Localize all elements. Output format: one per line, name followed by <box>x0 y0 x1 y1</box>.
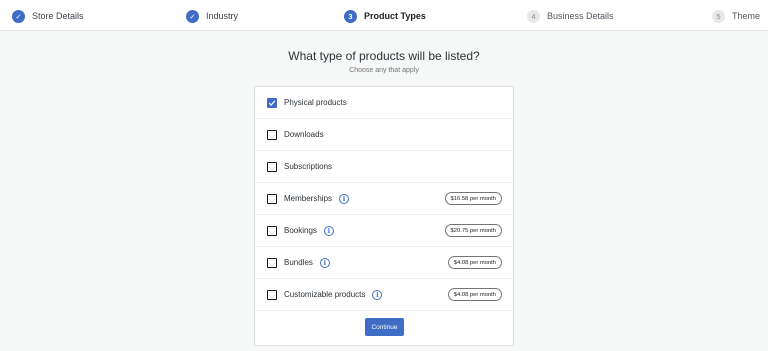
option-physical-products[interactable]: Physical products <box>255 87 513 119</box>
checkbox[interactable] <box>267 193 277 204</box>
continue-button[interactable]: Continue <box>365 318 404 336</box>
check-icon: ✓ <box>186 9 199 23</box>
option-memberships[interactable]: Memberships i $16.58 per month <box>255 183 513 215</box>
option-bookings[interactable]: Bookings i $20.75 per month <box>255 215 513 247</box>
option-subscriptions[interactable]: Subscriptions <box>255 151 513 183</box>
step-number-badge: 5 <box>712 9 725 23</box>
option-label: Customizable products <box>284 290 366 299</box>
page-subtitle: Choose any that apply <box>349 67 419 74</box>
step-number-badge: 4 <box>527 9 540 23</box>
step-product-types[interactable]: 3 Product Types <box>344 9 426 23</box>
checkbox[interactable] <box>267 225 277 236</box>
setup-stepper: ✓ Store Details ✓ Industry 3 Product Typ… <box>0 0 768 31</box>
option-label: Downloads <box>284 130 324 139</box>
step-label: Store Details <box>32 11 84 21</box>
step-industry[interactable]: ✓ Industry <box>186 9 238 23</box>
step-store-details[interactable]: ✓ Store Details <box>12 9 84 23</box>
option-customizable-products[interactable]: Customizable products i $4.08 per month <box>255 279 513 311</box>
option-downloads[interactable]: Downloads <box>255 119 513 151</box>
option-label: Bookings <box>284 226 317 235</box>
price-badge: $16.58 per month <box>444 192 502 205</box>
checkbox[interactable] <box>267 129 277 140</box>
option-label: Bundles <box>284 258 313 267</box>
option-bundles[interactable]: Bundles i $4.08 per month <box>255 247 513 279</box>
step-theme[interactable]: 5 Theme <box>712 9 760 23</box>
product-types-card: Physical products Downloads Subscription… <box>254 86 514 346</box>
checkbox[interactable] <box>267 97 277 108</box>
info-icon[interactable]: i <box>319 257 330 268</box>
checkbox[interactable] <box>267 161 277 172</box>
price-badge: $20.75 per month <box>444 224 502 237</box>
checkmark-icon <box>268 99 276 106</box>
option-label: Physical products <box>284 98 347 107</box>
price-badge: $4.08 per month <box>447 256 502 269</box>
info-icon[interactable]: i <box>339 193 350 204</box>
step-label: Product Types <box>364 11 426 21</box>
option-label: Subscriptions <box>284 162 333 171</box>
step-label: Industry <box>206 11 239 21</box>
page-title: What type of products will be listed? <box>288 49 480 63</box>
info-icon[interactable]: i <box>323 225 334 236</box>
step-number-badge: 3 <box>344 9 357 23</box>
step-business-details[interactable]: 4 Business Details <box>527 9 614 23</box>
checkbox[interactable] <box>267 289 277 300</box>
check-icon: ✓ <box>12 9 25 23</box>
step-label: Theme <box>732 11 761 21</box>
option-label: Memberships <box>284 194 333 203</box>
step-label: Business Details <box>547 11 614 21</box>
price-badge: $4.08 per month <box>447 288 502 301</box>
info-icon[interactable]: i <box>372 289 383 300</box>
checkbox[interactable] <box>267 257 277 268</box>
